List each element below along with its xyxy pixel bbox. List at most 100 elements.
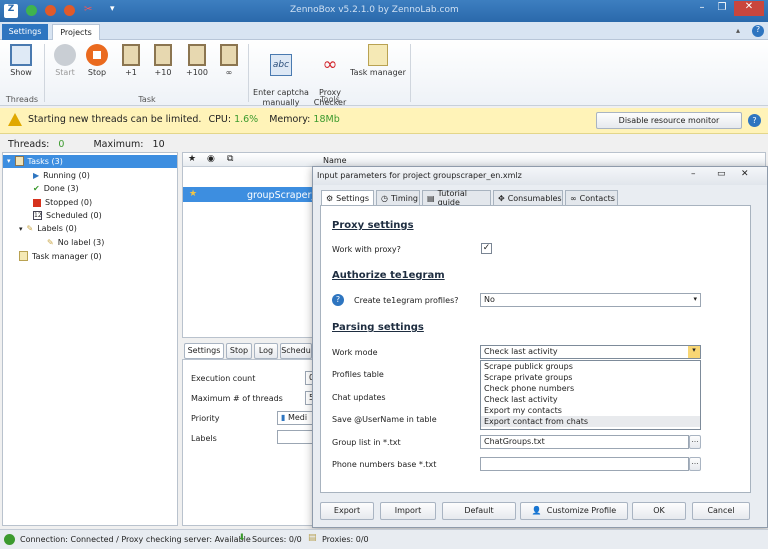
work-mode-options: Scrape publick groups Scrape private gro… [480,360,701,430]
clipboard-icon [188,44,206,66]
grid-header: ★ ◉ ⧉ Name [183,153,765,167]
running-icon: ▶ [33,171,40,180]
option-check-phone[interactable]: Check phone numbers [481,383,700,394]
group-list-input[interactable]: ChatGroups.txt [480,435,689,449]
infinite-button[interactable]: ∞ [216,44,242,77]
task-manager-button[interactable]: Task manager [350,44,406,77]
cpu-value: 1.6% [234,114,259,125]
dialog-maximize-icon[interactable]: ▭ [717,169,726,179]
tree-labels[interactable]: ▾ ✎ Labels (0) [19,224,77,233]
phone-base-input[interactable] [480,457,689,471]
task-manager-icon [19,251,28,261]
tab-settings[interactable]: Settings [2,24,48,40]
dialog-tab-contacts[interactable]: ∞ Contacts [565,190,618,206]
memory-label: Memory: [269,114,311,125]
phone-base-browse-button[interactable]: … [689,457,701,471]
work-with-proxy-checkbox[interactable]: ✓ [481,243,492,254]
tree-tasks[interactable]: ▾ Tasks (3) [7,156,63,166]
question-icon[interactable]: ? [332,294,344,306]
show-button[interactable]: Show [6,44,36,77]
option-scrape-public[interactable]: Scrape publick groups [481,361,700,372]
tab-bottom-log[interactable]: Log [254,343,278,359]
disable-monitor-button[interactable]: Disable resource monitor [596,112,742,129]
selected-task-name[interactable]: groupScraper_ [247,190,316,201]
threads-group-label: Threads [5,95,39,104]
quick-add-icon[interactable] [26,5,37,16]
cancel-button[interactable]: Cancel [692,502,750,520]
tree-task-manager[interactable]: Task manager (0) [19,251,102,261]
info-icon[interactable]: ? [748,114,761,127]
plus1-button[interactable]: +1 [118,44,144,77]
calendar-icon: 12 [33,211,42,220]
dialog-tab-tutorial[interactable]: ▤ Tutorial guide [422,189,491,207]
work-mode-label: Work mode [332,348,378,357]
warning-icon [8,113,22,126]
label-icon: ✎ [26,224,34,233]
clipboard-icon [154,44,172,66]
dropdown-arrow-icon: ▾ [693,295,697,303]
create-profiles-select[interactable]: No ▾ [480,293,701,307]
ok-button[interactable]: OK [632,502,686,520]
favorite-icon[interactable]: ★ [189,189,197,199]
contacts-icon: ∞ [570,193,577,203]
dialog-tab-consumables[interactable]: ✥ Consumables [493,190,563,206]
stop-button[interactable]: Stop [84,44,110,77]
quick-tools-icon[interactable]: ✂ [84,4,92,15]
ribbon: Show Start Stop +1 +10 +100 ∞ abc Enter … [0,40,768,107]
priority-select[interactable]: ▮ Medi [277,411,317,425]
group-list-browse-button[interactable]: … [689,435,701,449]
customize-profile-button[interactable]: 👤 Customize Profile [520,502,628,520]
dialog-tab-timing[interactable]: ◷ Timing [376,190,420,206]
option-scrape-private[interactable]: Scrape private groups [481,372,700,383]
play-icon [54,44,76,66]
copy-column-icon[interactable]: ⧉ [227,154,233,164]
bottom-settings-panel: Execution count 0 Maximum # of threads 5… [182,359,317,526]
maximize-icon[interactable]: ❐ [712,2,732,16]
clipboard-icon [220,44,238,66]
phone-base-label: Phone numbers base *.txt [332,460,437,469]
plus100-button[interactable]: +100 [182,44,212,77]
tab-bottom-settings[interactable]: Settings [184,343,224,359]
window-title: ZennoBox v5.2.1.0 by ZennoLab.com [290,5,459,15]
quick-stop-icon[interactable] [64,5,75,16]
option-export-chats[interactable]: Export contact from chats [481,416,700,427]
plus10-button[interactable]: +10 [150,44,176,77]
book-icon: ▤ [427,193,435,203]
dialog-tab-settings[interactable]: ⚙ Settings [321,190,374,206]
status-column-icon[interactable]: ◉ [207,154,215,164]
label-icon: ✎ [47,238,54,247]
minimize-icon[interactable]: – [692,2,712,16]
dialog-close-icon[interactable]: ✕ [741,169,749,179]
labels-input[interactable] [277,430,317,444]
settings-icon: ⚙ [326,193,334,203]
option-export-contacts[interactable]: Export my contacts [481,405,700,416]
download-icon: ⬇ [238,533,246,543]
bottom-tabs: Settings Stop Log Schedu [182,343,316,359]
profile-icon: 👤 [531,506,542,515]
tree-scheduled[interactable]: 12 Scheduled (0) [33,211,102,220]
tab-bottom-schedule[interactable]: Schedu [280,343,312,359]
tree-no-label[interactable]: ✎ No label (3) [47,238,104,247]
dialog-minimize-icon[interactable]: – [691,169,696,179]
export-button[interactable]: Export [320,502,374,520]
tab-bottom-stop[interactable]: Stop [226,343,252,359]
priority-label: Priority [191,414,220,423]
favorite-column-icon[interactable]: ★ [188,154,196,164]
help-icon[interactable]: ? [752,25,764,37]
col-name[interactable]: Name [323,156,347,165]
tab-projects[interactable]: Projects [52,24,100,41]
quick-start-icon[interactable] [45,5,56,16]
start-button[interactable]: Start [52,44,78,77]
resource-warning-bar: Starting new threads can be limited. CPU… [0,108,768,134]
close-icon[interactable]: ✕ [734,1,764,16]
threads-summary: Threads: 0 Maximum: 10 [8,139,165,150]
import-button[interactable]: Import [380,502,436,520]
tree-done[interactable]: ✔ Done (3) [33,184,79,193]
ribbon-collapse-icon[interactable]: ▴ [736,26,740,35]
default-button[interactable]: Default [442,502,516,520]
tree-running[interactable]: ▶ Running (0) [33,171,90,180]
option-check-activity[interactable]: Check last activity [481,394,700,405]
quick-menu-icon[interactable]: ▾ [110,4,115,14]
work-mode-select[interactable]: Check last activity ▾ [480,345,701,359]
tree-stopped[interactable]: Stopped (0) [33,198,92,207]
